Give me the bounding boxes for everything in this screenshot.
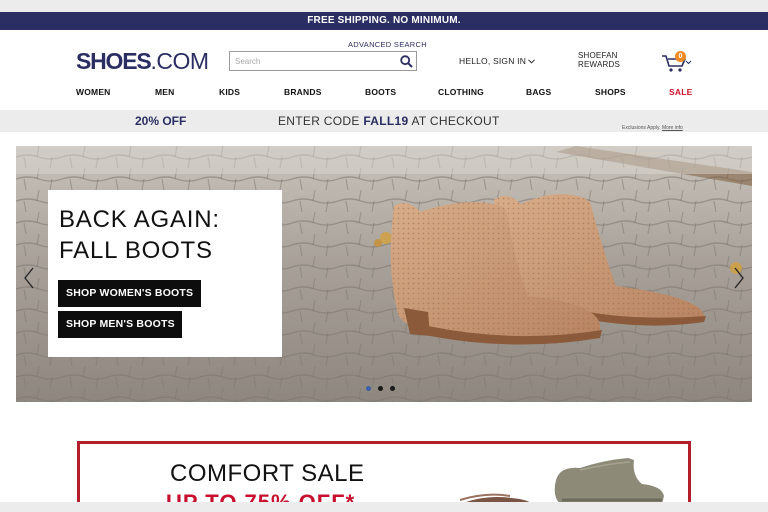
page: FREE SHIPPING. NO MINIMUM. SHOES.COM ADV… xyxy=(0,0,768,512)
shop-mens-boots-button[interactable]: SHOP MEN'S BOOTS xyxy=(58,311,182,338)
carousel-dot-3[interactable] xyxy=(390,386,395,391)
olive-boot-image xyxy=(554,458,664,504)
free-shipping-text: FREE SHIPPING. NO MINIMUM. xyxy=(307,15,461,26)
sign-in-label: HELLO, SIGN IN xyxy=(459,56,527,66)
hero-card: BACK AGAIN: FALL BOOTS SHOP WOMEN'S BOOT… xyxy=(48,190,282,357)
carousel-prev-icon[interactable] xyxy=(22,266,36,290)
nav-item-clothing[interactable]: CLOTHING xyxy=(438,87,484,97)
hero-carousel[interactable]: BACK AGAIN: FALL BOOTS SHOP WOMEN'S BOOT… xyxy=(16,146,752,402)
advanced-search-link[interactable]: ADVANCED SEARCH xyxy=(348,40,427,49)
shop-womens-boots-button[interactable]: SHOP WOMEN'S BOOTS xyxy=(58,280,201,307)
main-nav: WOMEN MEN KIDS BRANDS BOOTS CLOTHING BAG… xyxy=(76,87,696,99)
hero-title-line1: BACK AGAIN: xyxy=(59,206,220,233)
promo-code: FALL19 xyxy=(363,114,409,128)
shoefan-rewards-link[interactable]: SHOEFAN REWARDS xyxy=(578,51,620,69)
logo-main-text: SHOES xyxy=(76,48,152,74)
carousel-dots xyxy=(366,386,395,391)
hero-title: BACK AGAIN: FALL BOOTS xyxy=(59,204,220,266)
browser-bottom-strip xyxy=(0,502,768,512)
nav-item-bags[interactable]: BAGS xyxy=(526,87,551,97)
nav-item-brands[interactable]: BRANDS xyxy=(284,87,322,97)
nav-item-men[interactable]: MEN xyxy=(155,87,175,97)
rewards-line1: SHOEFAN xyxy=(578,51,618,60)
promo-code-text: ENTER CODE FALL19 AT CHECKOUT xyxy=(278,114,500,128)
carousel-dot-1[interactable] xyxy=(366,386,371,391)
exclusions-text: Exclusions Apply. xyxy=(622,125,662,131)
search-icon xyxy=(399,54,413,68)
promo-discount: 20% OFF xyxy=(135,114,187,128)
nav-item-shops[interactable]: SHOPS xyxy=(595,87,626,97)
chevron-down-icon xyxy=(528,58,535,64)
promo-code-suffix: AT CHECKOUT xyxy=(408,114,500,128)
logo-suffix-text: .COM xyxy=(150,48,210,74)
carousel-next-icon[interactable] xyxy=(732,266,746,290)
more-info-link[interactable]: More info xyxy=(662,125,683,131)
carousel-dot-2[interactable] xyxy=(378,386,383,391)
search-input[interactable] xyxy=(230,52,390,70)
nav-item-sale[interactable]: SALE xyxy=(669,87,692,97)
promo-code-prefix: ENTER CODE xyxy=(278,114,364,128)
sign-in-menu[interactable]: HELLO, SIGN IN xyxy=(459,56,535,66)
search-box xyxy=(229,51,417,71)
cart-button[interactable]: 0 xyxy=(661,51,693,73)
free-shipping-banner[interactable]: FREE SHIPPING. NO MINIMUM. xyxy=(0,12,768,30)
nav-item-women[interactable]: WOMEN xyxy=(76,87,111,97)
site-logo[interactable]: SHOES.COM xyxy=(76,48,209,75)
comfort-sale-title: COMFORT SALE xyxy=(170,460,365,487)
promo-bar[interactable]: 20% OFF ENTER CODE FALL19 AT CHECKOUT Ex… xyxy=(0,110,768,132)
promo-fine-print: Exclusions Apply. More info xyxy=(622,125,683,131)
nav-item-boots[interactable]: BOOTS xyxy=(365,87,396,97)
browser-top-strip xyxy=(0,0,768,12)
search-button[interactable] xyxy=(398,53,414,69)
cart-count-badge: 0 xyxy=(675,51,686,62)
rewards-line2: REWARDS xyxy=(578,60,620,69)
hero-title-line2: FALL BOOTS xyxy=(59,237,213,264)
nav-item-kids[interactable]: KIDS xyxy=(219,87,240,97)
